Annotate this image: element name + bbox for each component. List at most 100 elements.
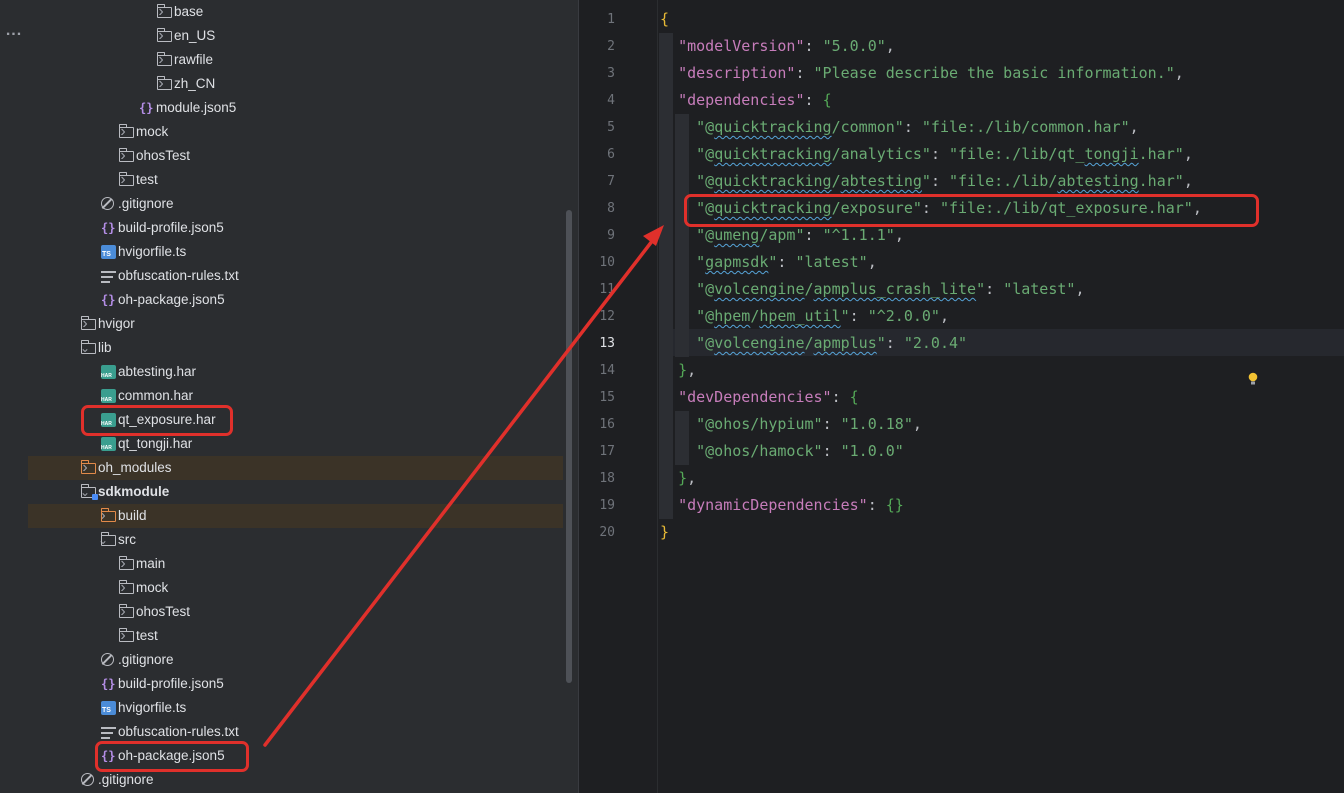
tree-item-label: oh_modules: [98, 460, 172, 475]
code-token: :: [903, 118, 922, 136]
code-token: .har": [1138, 145, 1184, 163]
tree-item[interactable]: hvigorfile.ts: [28, 696, 563, 720]
text-file-icon: [101, 271, 116, 283]
tree-item[interactable]: › main: [28, 552, 563, 576]
line-number: 12: [599, 309, 615, 324]
json-file-icon: {}: [139, 101, 154, 115]
tree-item[interactable]: › build: [28, 504, 563, 528]
code-token: "2.0.4": [903, 334, 968, 352]
tree-item-label: lib: [98, 340, 112, 355]
tree-item[interactable]: {} oh-package.json5: [28, 288, 563, 312]
tree-item[interactable]: › test: [28, 624, 563, 648]
tree-item[interactable]: ⌄ sdkmodule: [28, 480, 563, 504]
line-number: 2: [607, 39, 615, 54]
code-line[interactable]: "@quicktracking/common": "file:./lib/com…: [660, 114, 1139, 141]
code-token: abtesting: [1057, 172, 1139, 190]
code-token: hpem: [714, 307, 751, 325]
gutter-separator: [657, 0, 658, 793]
tree-item[interactable]: hvigorfile.ts: [28, 240, 563, 264]
tree-item[interactable]: › oh_modules: [28, 456, 563, 480]
highlight-box-oh-package-json5: [95, 741, 249, 772]
tree-item[interactable]: › ohosTest: [28, 600, 563, 624]
code-line[interactable]: "@quicktracking/analytics": "file:./lib/…: [660, 141, 1193, 168]
code-token: {: [660, 10, 670, 28]
code-token: quicktracking: [714, 118, 832, 136]
more-icon[interactable]: ...: [0, 22, 28, 40]
lightbulb-icon[interactable]: [1247, 372, 1259, 386]
code-line[interactable]: },: [660, 465, 696, 492]
line-number: 11: [599, 282, 615, 297]
tree-item[interactable]: › rawfile: [28, 48, 563, 72]
code-token: :: [930, 145, 949, 163]
folder-icon: [157, 52, 172, 66]
code-token: :: [804, 91, 823, 109]
code-token: "@: [696, 280, 715, 298]
tree-item[interactable]: obfuscation-rules.txt: [28, 264, 563, 288]
code-token: "@: [696, 172, 715, 190]
orange-folder-icon: [101, 508, 116, 522]
tree-item-label: ohosTest: [136, 148, 191, 163]
folder-icon: [119, 628, 134, 642]
code-line[interactable]: {: [660, 6, 669, 33]
tree-item[interactable]: abtesting.har: [28, 360, 563, 384]
code-line[interactable]: "@quicktracking/abtesting": "file:./lib/…: [660, 168, 1193, 195]
code-token: }: [678, 469, 688, 487]
project-tree-scrollbar[interactable]: [566, 210, 572, 683]
code-token: /: [804, 334, 814, 352]
code-editor[interactable]: 1 2 3 4 5 6 7 8 9 10 11 12 13 14 15 16 17 18 19 20 { "model…: [578, 0, 1344, 793]
line-number: 4: [607, 93, 615, 108]
code-line[interactable]: "modelVersion": "5.0.0",: [660, 33, 895, 60]
tree-item[interactable]: › mock: [28, 576, 563, 600]
code-token: {}: [885, 496, 904, 514]
tree-item[interactable]: › test: [28, 168, 563, 192]
code-token: volcengine: [714, 280, 805, 298]
tree-item-label: hvigor: [98, 316, 135, 331]
code-token: :: [867, 496, 886, 514]
code-line[interactable]: "@ohos/hamock": "1.0.0": [660, 438, 904, 465]
code-line[interactable]: },: [660, 357, 696, 384]
json-file-icon: {}: [101, 293, 116, 307]
code-line[interactable]: "@hpem/hpem_util": "^2.0.0",: [660, 303, 949, 330]
code-line[interactable]: "devDependencies": {: [660, 384, 859, 411]
code-line[interactable]: "@ohos/hypium": "1.0.18",: [660, 411, 922, 438]
line-number: 13: [599, 336, 615, 351]
tree-item[interactable]: › ohosTest: [28, 144, 563, 168]
code-line[interactable]: "dependencies": {: [660, 87, 832, 114]
line-number: 1: [607, 12, 615, 27]
tree-item[interactable]: .gitignore: [28, 192, 563, 216]
code-token: :: [795, 64, 814, 82]
code-token: "^1.1.1": [822, 226, 895, 244]
tree-item[interactable]: › mock: [28, 120, 563, 144]
tree-item[interactable]: .gitignore: [28, 648, 563, 672]
code-line[interactable]: "dynamicDependencies": {}: [660, 492, 904, 519]
code-token: "Please describe the basic information.": [813, 64, 1175, 82]
ignore-file-icon: [101, 197, 114, 210]
tree-item[interactable]: {} build-profile.json5: [28, 672, 563, 696]
code-token: ": [696, 253, 706, 271]
tree-item[interactable]: › base: [28, 0, 563, 24]
tree-item[interactable]: › en_US: [28, 24, 563, 48]
highlight-box-exposure-dependency: [684, 194, 1259, 227]
code-line[interactable]: "description": "Please describe the basi…: [660, 60, 1184, 87]
code-token: "^2.0.0": [867, 307, 940, 325]
code-line[interactable]: }: [660, 519, 669, 546]
tree-item-label: abtesting.har: [118, 364, 197, 379]
code-line[interactable]: "gapmsdk": "latest",: [660, 249, 877, 276]
folder-icon: [119, 604, 134, 618]
code-token: /common": [831, 118, 904, 136]
tree-item-label: mock: [136, 124, 169, 139]
code-token: "@: [696, 334, 715, 352]
tree-item[interactable]: ⌄ src: [28, 528, 563, 552]
code-line[interactable]: "@volcengine/apmplus": "2.0.4": [660, 330, 967, 357]
tree-item[interactable]: {} build-profile.json5: [28, 216, 563, 240]
tree-item[interactable]: ⌄ lib: [28, 336, 563, 360]
tree-item[interactable]: › hvigor: [28, 312, 563, 336]
tree-item[interactable]: › zh_CN: [28, 72, 563, 96]
har-file-icon: [101, 365, 116, 379]
tree-item[interactable]: {} module.json5: [28, 96, 563, 120]
code-line[interactable]: "@volcengine/apmplus_crash_lite": "lates…: [660, 276, 1084, 303]
